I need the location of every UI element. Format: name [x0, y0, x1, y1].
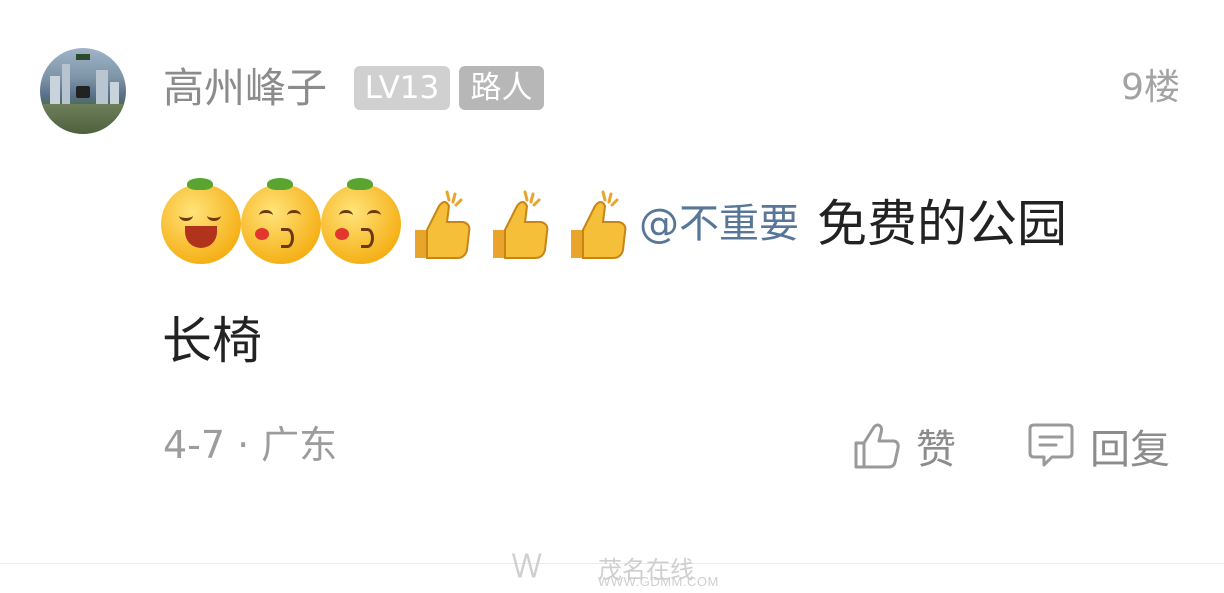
- kiss-orange-emoji: [321, 178, 401, 264]
- comment-icon: [1028, 423, 1074, 467]
- comment-text-part1: 免费的公园: [817, 195, 1067, 253]
- avatar[interactable]: [40, 48, 126, 134]
- play-icon: [76, 86, 90, 98]
- thumbs-up-emoji: [401, 184, 479, 264]
- meta-separator: ·: [237, 423, 250, 467]
- like-button[interactable]: 赞: [852, 416, 956, 476]
- comment-text-line: @不重要 免费的公园: [161, 178, 1067, 266]
- grinning-orange-emoji: [161, 178, 241, 264]
- watermark-url: WWW.GDMM.COM: [598, 574, 719, 589]
- comment-meta: 4-7 · 广东: [163, 420, 337, 470]
- comment-location: 广东: [261, 423, 338, 467]
- floor-number: 9楼: [1121, 67, 1180, 108]
- watermark: \/\/ 茂名在线 WWW.GDMM.COM: [512, 546, 718, 590]
- comment-text-part2: 长椅: [162, 312, 262, 370]
- username[interactable]: 高州峰子: [163, 62, 327, 114]
- reply-label: 回复: [1090, 427, 1170, 473]
- thumbs-up-emoji: [479, 184, 557, 264]
- role-badge: 路人: [459, 66, 544, 110]
- reply-button[interactable]: 回复: [1026, 416, 1170, 476]
- like-label: 赞: [916, 427, 956, 473]
- thumbs-up-emoji: [557, 184, 635, 264]
- thumbs-up-icon: [854, 423, 900, 469]
- comment-date: 4-7: [163, 423, 226, 467]
- mention-link[interactable]: @不重要: [639, 182, 799, 266]
- kiss-orange-emoji: [241, 178, 321, 264]
- watermark-logo: \/\/: [512, 548, 542, 584]
- level-badge: LV13: [354, 66, 450, 110]
